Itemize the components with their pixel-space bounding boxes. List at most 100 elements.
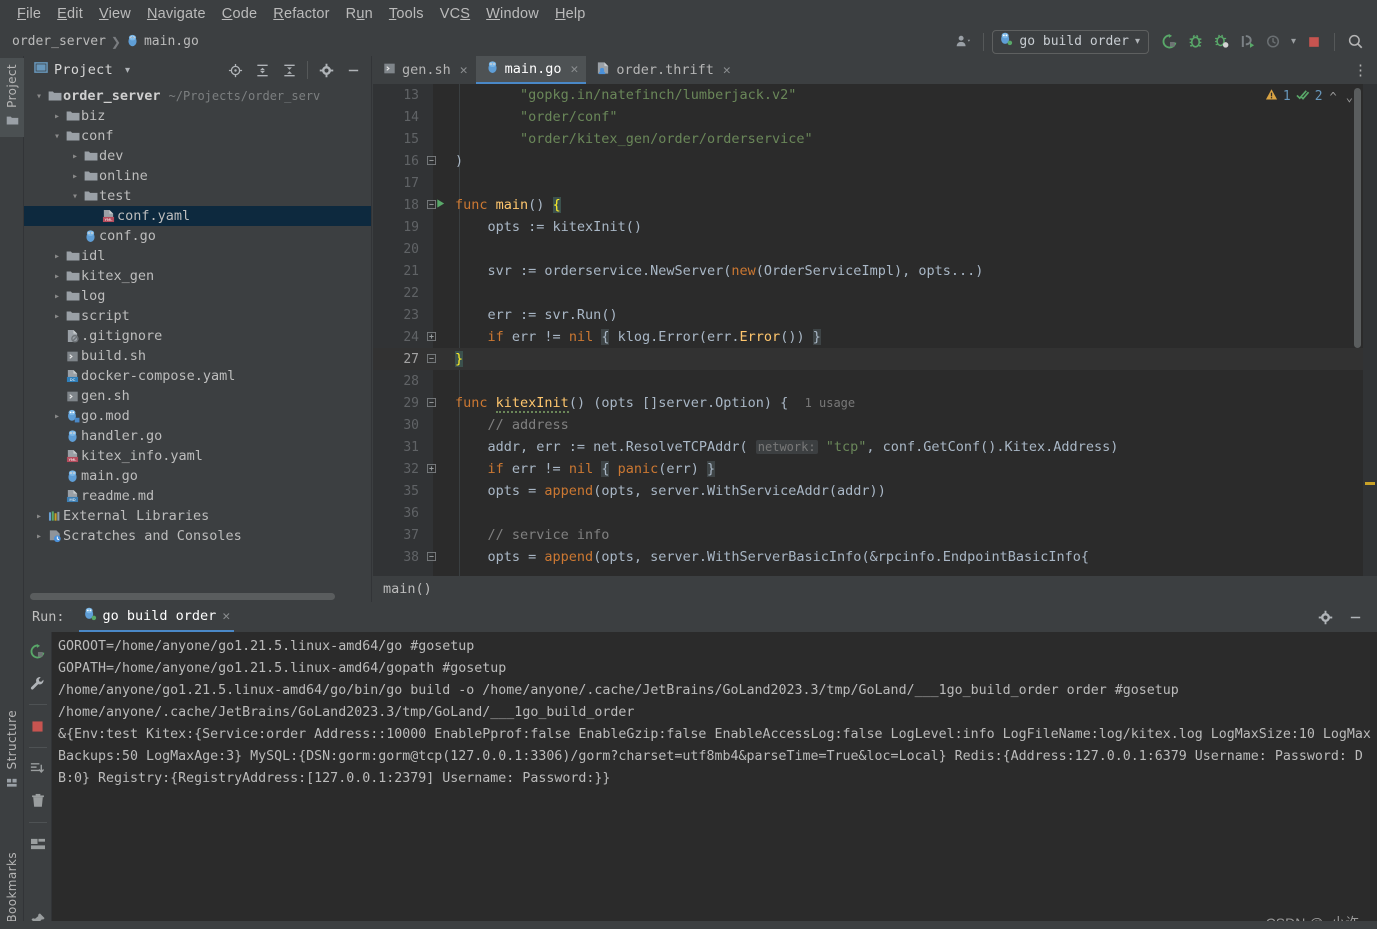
rerun-icon[interactable] [1157, 30, 1181, 54]
code-lines[interactable]: 13 "gopkg.in/natefinch/lumberjack.v2" 14 … [373, 84, 1377, 576]
gear-icon[interactable] [314, 58, 338, 82]
code-line[interactable]: 21 svr := orderservice.NewServer(new(Ord… [373, 260, 1377, 282]
line-number[interactable]: 28 [373, 374, 419, 389]
line-number[interactable]: 27 [373, 352, 419, 367]
code-text[interactable]: svr := orderservice.NewServer(new(OrderS… [455, 263, 984, 279]
line-number[interactable]: 37 [373, 528, 419, 543]
code-line[interactable]: 18 func main() { [373, 194, 1377, 216]
sidebar-item-project[interactable]: Project [0, 58, 24, 137]
line-number[interactable]: 21 [373, 264, 419, 279]
close-icon[interactable]: ✕ [723, 63, 731, 78]
tree-node-conf-go[interactable]: conf.go [24, 226, 371, 246]
tree-node--gitignore[interactable]: .gitignore [24, 326, 371, 346]
code-text[interactable]: "gopkg.in/natefinch/lumberjack.v2" [455, 87, 796, 103]
tree-node-idl[interactable]: ▸ idl [24, 246, 371, 266]
line-number[interactable]: 24 [373, 330, 419, 345]
code-line[interactable]: 16) [373, 150, 1377, 172]
line-number[interactable]: 15 [373, 132, 419, 147]
fold-collapse-icon[interactable] [425, 551, 437, 564]
line-number[interactable]: 30 [373, 418, 419, 433]
line-number[interactable]: 38 [373, 550, 419, 565]
editor-vertical-scrollbar[interactable] [1354, 88, 1361, 348]
chevron-down-icon[interactable]: ▾ [68, 191, 82, 202]
project-panel-dropdown-icon[interactable]: ▾ [125, 65, 130, 76]
search-icon[interactable] [1343, 30, 1367, 54]
breadcrumb-file[interactable]: main.go [126, 34, 199, 50]
code-text[interactable]: // service info [455, 527, 610, 543]
chevron-right-icon[interactable]: ▸ [50, 311, 64, 322]
debug-icon[interactable] [1183, 30, 1207, 54]
fold-collapse-icon[interactable] [425, 353, 437, 366]
tree-node-test[interactable]: ▾ test [24, 186, 371, 206]
menu-item-code[interactable]: Code [214, 4, 265, 24]
menu-item-refactor[interactable]: Refactor [265, 4, 337, 24]
code-line[interactable]: 22 [373, 282, 1377, 304]
sidebar-item-bookmarks[interactable]: Bookmarks [0, 846, 24, 929]
menu-item-run[interactable]: Run [338, 4, 381, 24]
code-text[interactable]: if err != nil { klog.Error(err.Error()) … [455, 329, 821, 345]
stripe-warning-marker[interactable] [1365, 482, 1375, 485]
code-text[interactable]: opts := kitexInit() [455, 219, 642, 235]
run-tab-go-build-order[interactable]: go build order ✕ [78, 602, 235, 632]
chevron-right-icon[interactable]: ▸ [50, 411, 64, 422]
tree-node-external-libraries[interactable]: ▸ External Libraries [24, 506, 371, 526]
menu-item-window[interactable]: Window [478, 4, 547, 24]
tree-node-biz[interactable]: ▸ biz [24, 106, 371, 126]
chevron-right-icon[interactable]: ▸ [32, 511, 46, 522]
line-number[interactable]: 13 [373, 88, 419, 103]
code-line[interactable]: 20 [373, 238, 1377, 260]
close-icon[interactable]: ✕ [571, 62, 579, 77]
close-icon[interactable]: ✕ [460, 63, 468, 78]
minimize-icon[interactable] [341, 58, 365, 82]
tree-node-docker-compose-yaml[interactable]: DC docker-compose.yaml [24, 366, 371, 386]
code-line[interactable]: 28 [373, 370, 1377, 392]
locate-icon[interactable] [223, 58, 247, 82]
chevron-down-icon[interactable]: ▾ [32, 91, 46, 102]
line-number[interactable]: 18 [373, 198, 419, 213]
tree-node-kitex-info-yaml[interactable]: YML kitex_info.yaml [24, 446, 371, 466]
project-tree[interactable]: ▾ order_server ~/Projects/order_serv ▸ biz ▾ c… [24, 84, 371, 602]
code-line[interactable]: 31 addr, err := net.ResolveTCPAddr( netw… [373, 436, 1377, 458]
tree-node-conf[interactable]: ▾ conf [24, 126, 371, 146]
menu-item-tools[interactable]: Tools [381, 4, 432, 24]
tree-node-handler-go[interactable]: handler.go [24, 426, 371, 446]
code-line[interactable]: 27} [373, 348, 1377, 370]
chevron-right-icon[interactable]: ▸ [50, 251, 64, 262]
tree-node-script[interactable]: ▸ script [24, 306, 371, 326]
expand-all-icon[interactable] [250, 58, 274, 82]
fold-expand-icon[interactable] [425, 463, 437, 476]
code-line[interactable]: 36 [373, 502, 1377, 524]
code-text[interactable]: func kitexInit() (opts []server.Option) … [455, 395, 855, 413]
fold-expand-icon[interactable] [425, 331, 437, 344]
line-number[interactable]: 17 [373, 176, 419, 191]
fold-collapse-icon[interactable] [425, 397, 437, 410]
code-line[interactable]: 35 opts = append(opts, server.WithServic… [373, 480, 1377, 502]
chevron-right-icon[interactable]: ▸ [32, 531, 46, 542]
scrollbar-thumb[interactable] [30, 593, 335, 600]
tree-node-order-server[interactable]: ▾ order_server ~/Projects/order_serv [24, 86, 371, 106]
collapse-all-icon[interactable] [277, 58, 301, 82]
scroll-to-end-icon[interactable] [25, 756, 51, 782]
code-text[interactable]: opts = append(opts, server.WithServerBas… [455, 549, 1090, 565]
code-line[interactable]: 38 opts = append(opts, server.WithServer… [373, 546, 1377, 568]
breadcrumb-project[interactable]: order_server [12, 34, 106, 49]
inspection-widget[interactable]: 1 2 ^ ⌄ [1265, 88, 1355, 105]
line-number[interactable]: 31 [373, 440, 419, 455]
line-number[interactable]: 23 [373, 308, 419, 323]
menu-item-help[interactable]: Help [547, 4, 594, 24]
stop-icon[interactable] [25, 713, 51, 739]
tree-node-go-mod[interactable]: ▸ go.mod [24, 406, 371, 426]
code-line[interactable]: 14 "order/conf" [373, 106, 1377, 128]
code-text[interactable]: err := svr.Run() [455, 307, 618, 323]
code-text[interactable]: opts = append(opts, server.WithServiceAd… [455, 483, 886, 499]
code-text[interactable]: ) [455, 153, 463, 169]
profiler-dropdown-icon[interactable]: ▾ [1287, 30, 1300, 54]
profile-icon[interactable] [1235, 30, 1259, 54]
editor-tab-order-thrift[interactable]: order.thrift ✕ [586, 56, 738, 84]
code-text[interactable]: // address [455, 417, 569, 433]
code-line[interactable]: 24 if err != nil { klog.Error(err.Error(… [373, 326, 1377, 348]
editor-tab-main-go[interactable]: main.go ✕ [475, 56, 587, 84]
code-line[interactable]: 15 "order/kitex_gen/order/orderservice" [373, 128, 1377, 150]
tree-node-log[interactable]: ▸ log [24, 286, 371, 306]
run-with-profiler-icon[interactable] [1261, 30, 1285, 54]
